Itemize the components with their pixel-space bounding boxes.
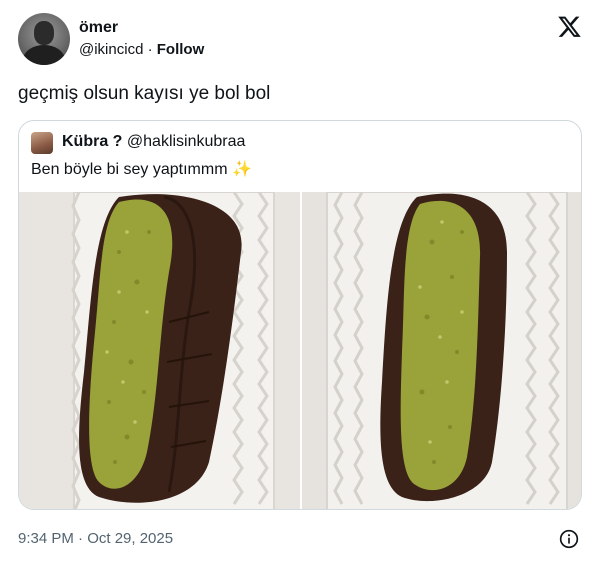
quoted-tweet[interactable]: Kübra ? @haklisinkubraa Ben böyle bi sey… bbox=[18, 120, 582, 510]
author-name[interactable]: ömer bbox=[79, 19, 118, 37]
author-handle-row: @ikincicd · Follow bbox=[79, 41, 204, 58]
author-handle[interactable]: @ikincicd bbox=[79, 41, 143, 58]
tweet-timestamp[interactable]: 9:34 PM · Oct 29, 2025 bbox=[18, 530, 173, 547]
quoted-photo-1[interactable] bbox=[19, 192, 300, 509]
author-avatar[interactable] bbox=[18, 13, 70, 65]
quoted-author-name: Kübra ? bbox=[62, 133, 123, 150]
quoted-author[interactable]: Kübra ? @haklisinkubraa bbox=[62, 133, 245, 151]
quoted-text: Ben böyle bi sey yaptımmm ✨ bbox=[31, 161, 252, 178]
tweet-text: geçmiş olsun kayısı ye bol bol bbox=[18, 83, 271, 104]
info-icon[interactable] bbox=[559, 529, 579, 549]
avatar-shoulders bbox=[23, 45, 65, 65]
x-logo-icon[interactable] bbox=[557, 14, 582, 39]
dessert-photo-right bbox=[302, 192, 581, 509]
quoted-photo-2[interactable] bbox=[302, 192, 581, 509]
separator-dot: · bbox=[147, 41, 153, 58]
quoted-author-handle: @haklisinkubraa bbox=[126, 133, 246, 150]
quoted-avatar[interactable] bbox=[31, 132, 53, 154]
avatar-head bbox=[34, 21, 54, 45]
follow-button[interactable]: Follow bbox=[157, 41, 205, 58]
dessert-photo-left bbox=[19, 192, 300, 509]
